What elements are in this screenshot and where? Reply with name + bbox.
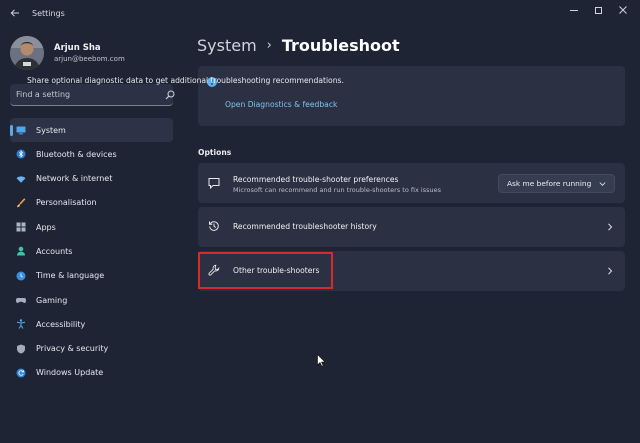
sidebar-item-label: Accessibility [36,319,86,329]
avatar[interactable] [10,36,44,70]
sidebar-item-accounts[interactable]: Accounts [10,239,173,263]
sidebar-item-network[interactable]: Network & internet [10,167,173,191]
user-email: arjun@beebom.com [54,55,125,63]
sidebar-item-label: Accounts [36,246,73,256]
sidebar-item-windows-update[interactable]: Windows Update [10,361,173,385]
minimize-icon [570,9,578,11]
sidebar-item-personalisation[interactable]: Personalisation [10,191,173,215]
back-button[interactable] [8,7,22,21]
preferences-title: Recommended trouble-shooter preferences [233,175,399,184]
diagnostics-card [198,66,625,126]
history-icon [209,221,219,231]
sidebar-item-system[interactable]: System [10,118,173,142]
sidebar-item-label: Apps [36,222,56,232]
accessibility-icon [16,319,26,330]
history-title: Recommended troubleshooter history [233,222,377,231]
paintbrush-icon [17,198,26,208]
search-input[interactable] [16,84,156,105]
sidebar-item-label: Personalisation [36,198,97,208]
bluetooth-icon [16,149,26,159]
title-bar: Settings [0,0,640,30]
sidebar-item-label: Time & language [36,271,105,281]
sidebar-item-label: System [36,125,66,135]
chevron-right-icon [608,267,613,275]
search-icon[interactable] [165,90,175,100]
chevron-down-icon [599,182,606,186]
avatar-photo [10,36,44,70]
diagnostics-text: Share optional diagnostic data to get ad… [27,76,344,85]
sidebar-nav: System Bluetooth & devices Network & int… [10,118,173,385]
page-title: Troubleshoot [281,36,400,55]
apps-icon [16,222,26,232]
dropdown-value: Ask me before running [507,179,592,188]
sidebar-item-privacy[interactable]: Privacy & security [10,337,173,361]
sidebar-item-apps[interactable]: Apps [10,215,173,239]
sidebar-item-accessibility[interactable]: Accessibility [10,312,173,336]
shield-icon [17,344,25,354]
preferences-subtitle: Microsoft can recommend and run trouble-… [233,186,441,194]
monitor-icon [16,126,26,135]
person-icon [17,247,25,256]
sidebar-item-label: Windows Update [36,368,104,378]
chevron-right-icon [608,223,613,231]
minimize-button[interactable] [561,2,587,18]
sidebar-item-label: Gaming [36,295,68,305]
breadcrumb: System › Troubleshoot [197,36,400,55]
sidebar-item-label: Privacy & security [36,344,109,354]
preferences-dropdown[interactable]: Ask me before running [498,174,615,193]
sidebar-item-bluetooth[interactable]: Bluetooth & devices [10,142,173,166]
maximize-icon [594,6,602,14]
close-icon [619,6,627,14]
wifi-icon [16,175,26,183]
maximize-button[interactable] [585,2,611,18]
app-title: Settings [32,9,65,18]
mouse-cursor-icon [317,354,326,367]
chat-bubble-icon [208,178,220,189]
close-button[interactable] [610,2,636,18]
sidebar-item-label: Bluetooth & devices [36,149,117,159]
update-icon [16,368,26,378]
options-heading: Options [198,148,232,157]
user-name: Arjun Sha [54,43,101,53]
globe-clock-icon [16,271,26,281]
highlight-box [198,252,333,289]
sidebar-item-gaming[interactable]: Gaming [10,288,173,312]
back-arrow-icon [10,9,19,17]
breadcrumb-separator: › [266,38,272,53]
search-box[interactable] [10,84,175,106]
open-diagnostics-link[interactable]: Open Diagnostics & feedback [225,100,337,109]
sidebar-item-time-language[interactable]: Time & language [10,264,173,288]
breadcrumb-parent[interactable]: System [197,36,257,55]
sidebar-item-label: Network & internet [36,174,113,184]
gamepad-icon [16,298,26,304]
